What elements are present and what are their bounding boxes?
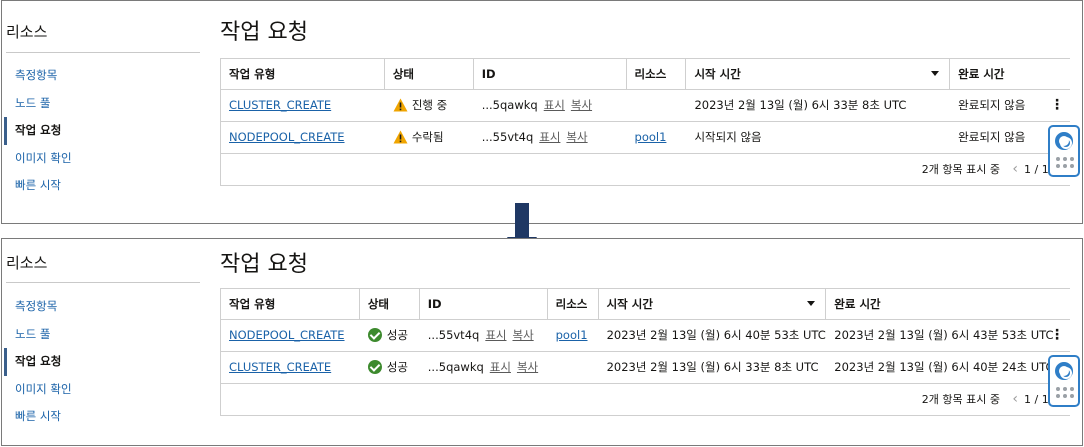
- sidebar-item-node-pools[interactable]: 노드 풀: [4, 90, 200, 118]
- table-row: CLUSTER_CREATE 성공 ...5qawkq 표시 복사 2023년 2월…: [221, 352, 1070, 384]
- before-screenshot-panel: 리소스 측정항목 노드 풀 작업 요청 이미지 확인 빠른 시작 작업 요청 작…: [1, 0, 1083, 224]
- table-row: NODEPOOL_CREATE 수락됨 ...55vt4q 표시 복사 pool1 …: [221, 122, 1070, 154]
- sidebar-divider: [6, 52, 200, 53]
- request-id: ...5qawkq: [481, 98, 538, 112]
- column-header-id[interactable]: ID: [474, 59, 627, 89]
- column-header-id[interactable]: ID: [420, 289, 548, 319]
- column-header-type[interactable]: 작업 유형: [221, 289, 360, 319]
- resource-link[interactable]: pool1: [635, 130, 667, 144]
- start-time: 2023년 2월 13일 (월) 6시 33분 8초 UTC: [606, 360, 819, 374]
- status-text: 성공: [386, 328, 409, 342]
- request-id: ...55vt4q: [481, 130, 534, 144]
- column-header-end-time[interactable]: 완료 시간: [826, 289, 1070, 319]
- warning-icon: [393, 98, 408, 112]
- column-header-resource[interactable]: 리소스: [627, 59, 687, 89]
- table-row: CLUSTER_CREATE 진행 중 ...5qawkq 표시 복사 2023년 …: [221, 90, 1070, 122]
- help-widget[interactable]: [1048, 355, 1080, 407]
- column-header-resource[interactable]: 리소스: [548, 289, 599, 319]
- column-header-label: 시작 시간: [694, 67, 741, 81]
- resource-link[interactable]: pool1: [556, 328, 588, 342]
- sidebar-title: 리소스: [6, 23, 48, 41]
- check-circle-icon: [367, 360, 382, 374]
- page-title: 작업 요청: [220, 252, 308, 277]
- show-id-link[interactable]: 표시: [539, 130, 560, 144]
- check-circle-icon: [367, 328, 382, 342]
- start-time: 2023년 2월 13일 (월) 6시 40분 53초 UTC: [606, 328, 826, 342]
- copy-id-link[interactable]: 복사: [512, 328, 533, 342]
- table-header: 작업 유형 상태 ID 리소스 시작 시간 완료 시간: [221, 289, 1070, 320]
- request-id: ...5qawkq: [427, 360, 484, 374]
- sort-descending-icon[interactable]: [807, 301, 816, 306]
- after-screenshot-panel: 리소스 측정항목 노드 풀 작업 요청 이미지 확인 빠른 시작 작업 요청 작…: [1, 238, 1083, 446]
- drag-handle-icon[interactable]: [1056, 387, 1074, 398]
- sidebar-item-node-pools[interactable]: 노드 풀: [4, 321, 200, 349]
- start-time: 2023년 2월 13일 (월) 6시 33분 8초 UTC: [694, 98, 907, 112]
- sidebar-item-image-verification[interactable]: 이미지 확인: [4, 376, 200, 404]
- column-header-start-time[interactable]: 시작 시간: [686, 59, 951, 89]
- table-row: NODEPOOL_CREATE 성공 ...55vt4q 표시 복사 pool1 2…: [221, 320, 1070, 352]
- column-header-status[interactable]: 상태: [385, 59, 474, 89]
- sidebar-item-quick-start[interactable]: 빠른 시작: [4, 172, 200, 200]
- warning-icon: [393, 130, 408, 144]
- sidebar-divider: [6, 282, 200, 283]
- sidebar-item-metrics[interactable]: 측정항목: [4, 293, 200, 321]
- copy-id-link[interactable]: 복사: [566, 130, 587, 144]
- sidebar-nav: 측정항목 노드 풀 작업 요청 이미지 확인 빠른 시작: [4, 62, 200, 200]
- show-id-link[interactable]: 표시: [490, 360, 511, 374]
- column-header-status[interactable]: 상태: [360, 289, 420, 319]
- item-count-text: 2개 항목 표시 중: [921, 163, 1000, 176]
- column-header-type[interactable]: 작업 유형: [221, 59, 385, 89]
- drag-handle-icon[interactable]: [1056, 157, 1074, 168]
- help-widget[interactable]: [1048, 125, 1080, 177]
- work-request-type-link[interactable]: CLUSTER_CREATE: [229, 98, 331, 112]
- end-time: 2023년 2월 13일 (월) 6시 43분 53초 UTC: [834, 328, 1054, 342]
- page-title: 작업 요청: [220, 20, 308, 45]
- status-text: 진행 중: [411, 98, 448, 112]
- work-request-type-link[interactable]: NODEPOOL_CREATE: [229, 130, 345, 144]
- row-actions-menu-icon[interactable]: ⋮: [1050, 90, 1064, 121]
- column-header-end-time[interactable]: 완료 시간: [950, 59, 1070, 89]
- copy-id-link[interactable]: 복사: [517, 360, 538, 374]
- status-text: 성공: [386, 360, 409, 374]
- previous-page-icon[interactable]: ‹: [1012, 384, 1018, 415]
- table-header: 작업 유형 상태 ID 리소스 시작 시간 완료 시간: [221, 59, 1070, 90]
- row-actions-menu-icon[interactable]: ⋮: [1050, 320, 1064, 351]
- sidebar-item-work-requests[interactable]: 작업 요청: [4, 117, 200, 145]
- end-time: 완료되지 않음: [958, 98, 1026, 112]
- show-id-link[interactable]: 표시: [544, 98, 565, 112]
- sidebar-nav: 측정항목 노드 풀 작업 요청 이미지 확인 빠른 시작: [4, 293, 200, 431]
- lifebuoy-icon: [1055, 362, 1073, 380]
- status-text: 수락됨: [411, 130, 444, 144]
- work-requests-table: 작업 유형 상태 ID 리소스 시작 시간 완료 시간 CLUSTER_CREA…: [220, 58, 1070, 186]
- start-time: 시작되지 않음: [694, 130, 762, 144]
- lifebuoy-icon: [1055, 132, 1073, 150]
- work-request-type-link[interactable]: NODEPOOL_CREATE: [229, 328, 345, 342]
- work-request-type-link[interactable]: CLUSTER_CREATE: [229, 360, 331, 374]
- item-count-text: 2개 항목 표시 중: [921, 393, 1000, 406]
- show-id-link[interactable]: 표시: [485, 328, 506, 342]
- table-footer: 2개 항목 표시 중 ‹ 1 / 1: [221, 154, 1070, 185]
- resources-sidebar: 리소스 측정항목 노드 풀 작업 요청 이미지 확인 빠른 시작: [2, 1, 207, 223]
- column-header-start-time[interactable]: 시작 시간: [599, 289, 827, 319]
- sidebar-item-image-verification[interactable]: 이미지 확인: [4, 145, 200, 173]
- sidebar-title: 리소스: [6, 254, 48, 272]
- column-header-label: 시작 시간: [606, 297, 653, 311]
- sidebar-item-quick-start[interactable]: 빠른 시작: [4, 403, 200, 431]
- copy-id-link[interactable]: 복사: [571, 98, 592, 112]
- resources-sidebar: 리소스 측정항목 노드 풀 작업 요청 이미지 확인 빠른 시작: [2, 239, 207, 445]
- sidebar-item-work-requests[interactable]: 작업 요청: [4, 348, 200, 376]
- request-id: ...55vt4q: [427, 328, 480, 342]
- previous-page-icon[interactable]: ‹: [1012, 154, 1018, 185]
- sort-descending-icon[interactable]: [931, 71, 940, 76]
- work-requests-table: 작업 유형 상태 ID 리소스 시작 시간 완료 시간 NODEPOOL_CRE…: [220, 288, 1070, 416]
- table-footer: 2개 항목 표시 중 ‹ 1 / 1: [221, 384, 1070, 415]
- sidebar-item-metrics[interactable]: 측정항목: [4, 62, 200, 90]
- end-time: 2023년 2월 13일 (월) 6시 40분 24초 UTC: [834, 360, 1054, 374]
